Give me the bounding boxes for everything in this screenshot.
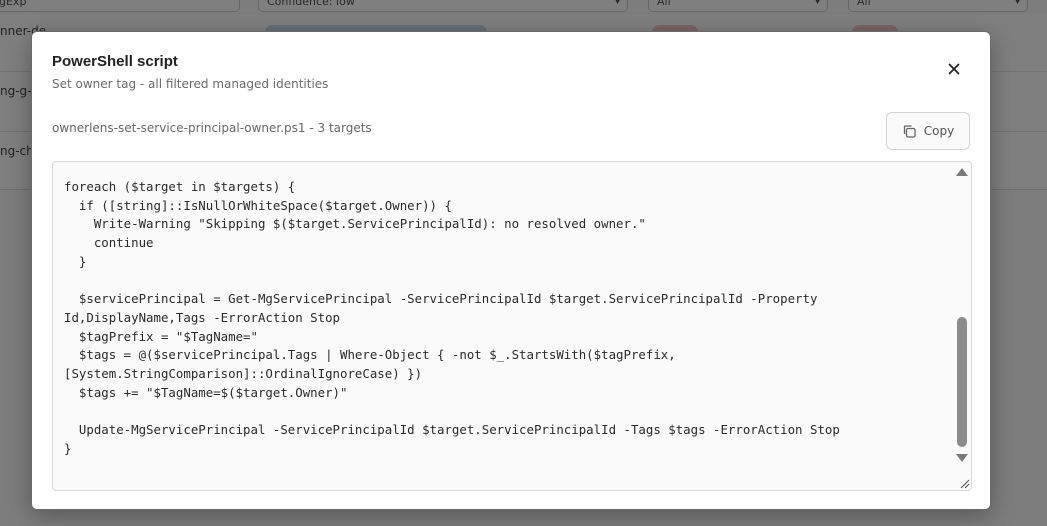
scroll-up-arrow-icon[interactable]	[956, 168, 968, 176]
dialog-title: PowerShell script	[52, 53, 178, 70]
script-code-area[interactable]: foreach ($target in $targets) { if ([str…	[52, 161, 972, 491]
script-file-meta: ownerlens-set-service-principal-owner.ps…	[52, 121, 372, 135]
dialog-subtitle: Set owner tag - all filtered managed ide…	[52, 77, 329, 91]
script-code[interactable]: foreach ($target in $targets) { if ([str…	[64, 178, 944, 459]
copy-icon	[903, 124, 916, 138]
close-icon	[948, 63, 960, 75]
copy-button-label: Copy	[923, 124, 955, 138]
close-button[interactable]	[944, 59, 964, 79]
code-scrollbar[interactable]	[953, 162, 971, 490]
copy-button[interactable]: Copy	[886, 112, 970, 150]
scroll-down-arrow-icon[interactable]	[956, 454, 968, 462]
powershell-script-dialog: PowerShell script Set owner tag - all fi…	[31, 31, 991, 510]
scrollbar-thumb[interactable]	[957, 317, 967, 447]
resize-grip-icon[interactable]	[958, 477, 970, 489]
